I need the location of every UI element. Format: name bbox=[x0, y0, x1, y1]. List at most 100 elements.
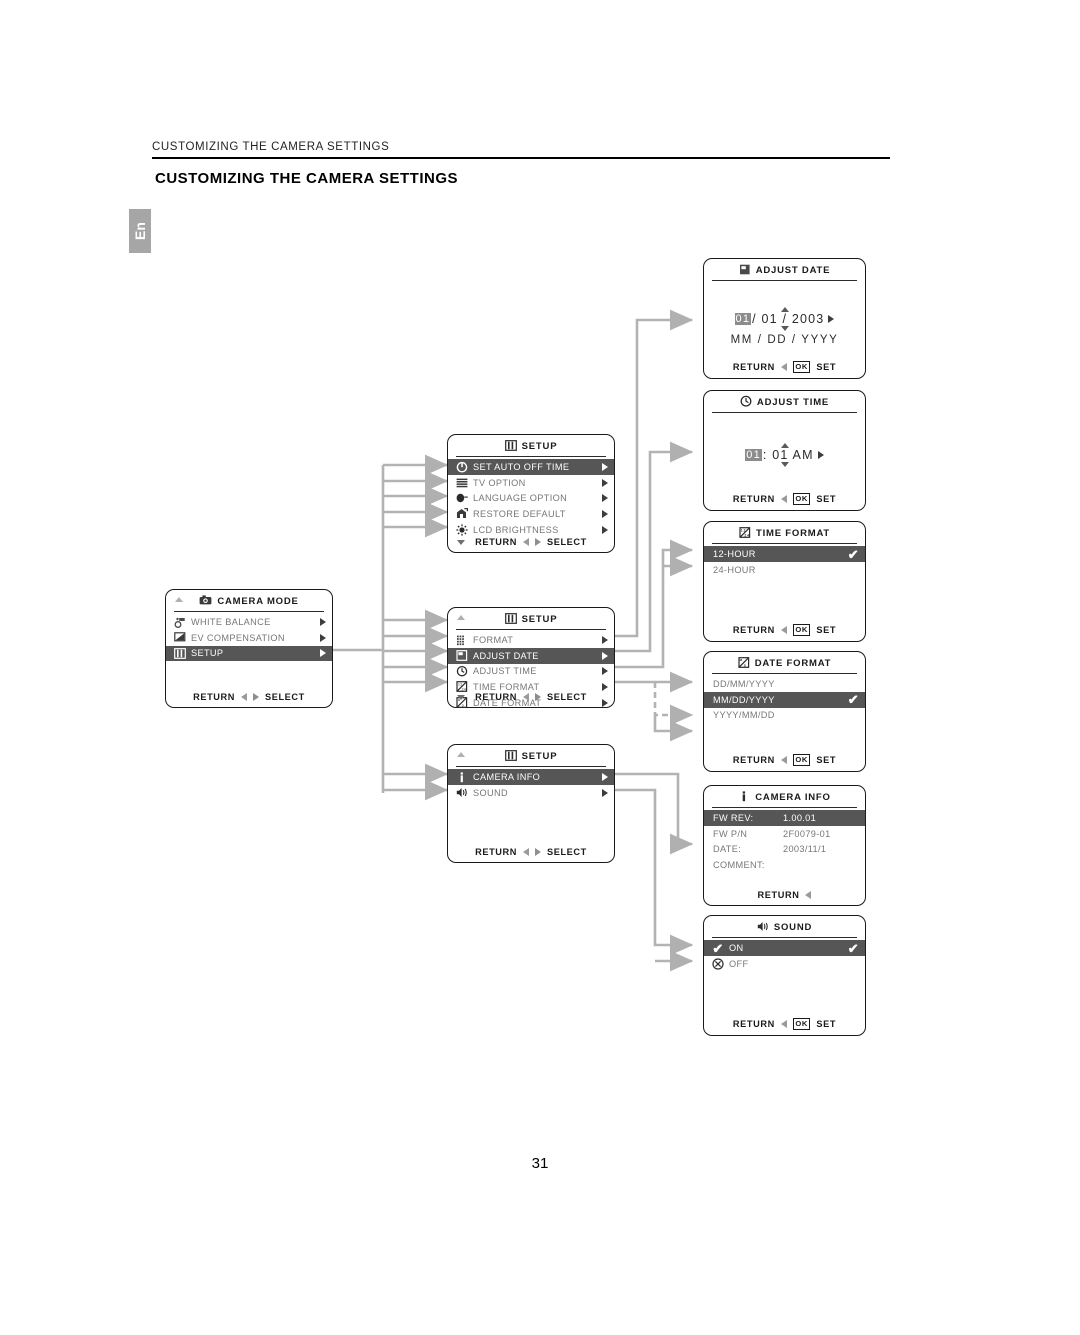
right-arrow-icon bbox=[535, 538, 542, 546]
check-icon: ✔ bbox=[847, 692, 859, 708]
option-mm-dd-yyyy[interactable]: MM/DD/YYYY ✔ bbox=[704, 691, 865, 708]
panel-camera-mode[interactable]: CAMERA MODE WHITE BALANCE EV COMPENSATIO… bbox=[165, 589, 333, 708]
left-arrow-icon bbox=[780, 1020, 787, 1028]
panel-footer: RETURN OK SET bbox=[704, 624, 865, 636]
ok-button-icon[interactable]: OK bbox=[792, 361, 811, 373]
panel-setup-page1[interactable]: SETUP SET AUTO OFF TIME TV OPTION LANGUA… bbox=[447, 434, 615, 553]
option-dd-mm-yyyy[interactable]: DD/MM/YYYY bbox=[704, 676, 865, 692]
menu-item-sound[interactable]: SOUND bbox=[448, 785, 614, 801]
menu-item-tv-option[interactable]: TV OPTION bbox=[448, 475, 614, 491]
menu-item-set-auto-off-time[interactable]: SET AUTO OFF TIME bbox=[448, 459, 614, 475]
submenu-arrow-icon bbox=[602, 682, 608, 691]
date-value-area[interactable]: 01 / 01 / 2003 MM / DD / YYYY bbox=[704, 307, 865, 346]
select-label[interactable]: SELECT bbox=[547, 847, 587, 857]
decrement-caret-icon[interactable] bbox=[780, 462, 789, 467]
panel-adjust-date[interactable]: ADJUST DATE 01 / 01 / 2003 MM / DD / YYY… bbox=[703, 258, 866, 379]
panel-title-label: ADJUST DATE bbox=[755, 265, 831, 276]
return-label[interactable]: RETURN bbox=[758, 890, 800, 900]
menu-item-lcd-brightness[interactable]: LCD BRIGHTNESS bbox=[448, 522, 614, 538]
next-field-arrow-icon[interactable] bbox=[817, 451, 824, 459]
return-label[interactable]: RETURN bbox=[475, 692, 517, 702]
panel-date-format[interactable]: MD DATE FORMAT DD/MM/YYYY MM/DD/YYYY ✔ Y… bbox=[703, 651, 866, 772]
language-tab: En bbox=[129, 209, 151, 253]
set-label[interactable]: SET bbox=[816, 755, 836, 765]
scroll-down-caret-icon bbox=[457, 540, 465, 545]
ok-button-icon[interactable]: OK bbox=[792, 754, 811, 766]
ok-button-icon[interactable]: OK bbox=[792, 1018, 811, 1030]
next-field-arrow-icon[interactable] bbox=[828, 315, 835, 323]
menu-item-restore-default[interactable]: RESTORE DEFAULT bbox=[448, 506, 614, 522]
panel-setup-page2[interactable]: SETUP FORMAT ADJUST DATE ADJUST TIME 12 … bbox=[447, 607, 615, 708]
return-label[interactable]: RETURN bbox=[733, 625, 775, 635]
title-rule bbox=[712, 673, 857, 675]
panel-title-label: TIME FORMAT bbox=[755, 528, 831, 539]
menu-rows: SET AUTO OFF TIME TV OPTION LANGUAGE OPT… bbox=[448, 459, 614, 537]
set-label[interactable]: SET bbox=[816, 494, 836, 504]
left-arrow-icon bbox=[780, 756, 787, 764]
menu-item-camera-info[interactable]: CAMERA INFO bbox=[448, 769, 614, 785]
date-format-hint: MM / DD / YYYY bbox=[730, 334, 839, 346]
decrement-caret-icon[interactable] bbox=[780, 326, 789, 331]
submenu-arrow-icon bbox=[320, 633, 326, 642]
return-label[interactable]: RETURN bbox=[475, 537, 517, 547]
ok-button-icon[interactable]: OK bbox=[792, 493, 811, 505]
title-rule bbox=[712, 543, 857, 545]
panel-adjust-time[interactable]: ADJUST TIME 01 : 01 AM RETURN OK SET bbox=[703, 390, 866, 511]
svg-text:M: M bbox=[739, 658, 742, 662]
option-sound-off[interactable]: OFF bbox=[704, 956, 865, 972]
return-label[interactable]: RETURN bbox=[733, 1019, 775, 1029]
ok-button-icon[interactable]: OK bbox=[792, 624, 811, 636]
menu-item-adjust-time[interactable]: ADJUST TIME bbox=[448, 664, 614, 680]
option-yyyy-mm-dd[interactable]: YYYY/MM/DD bbox=[704, 708, 865, 724]
set-label[interactable]: SET bbox=[816, 625, 836, 635]
menu-item-language-option[interactable]: LANGUAGE OPTION bbox=[448, 491, 614, 507]
left-arrow-icon bbox=[523, 538, 530, 546]
panel-title: ADJUST TIME bbox=[704, 391, 865, 412]
return-label[interactable]: RETURN bbox=[733, 362, 775, 372]
svg-text:12: 12 bbox=[458, 683, 462, 687]
return-label[interactable]: RETURN bbox=[733, 755, 775, 765]
language-icon bbox=[455, 493, 469, 503]
panel-camera-info[interactable]: CAMERA INFO FW REV: 1.00.01 FW P/N 2F007… bbox=[703, 785, 866, 906]
select-label[interactable]: SELECT bbox=[547, 537, 587, 547]
option-label: 12-HOUR bbox=[713, 549, 756, 560]
info-row-comment: COMMENT: bbox=[704, 857, 865, 873]
select-label[interactable]: SELECT bbox=[265, 692, 305, 702]
title-rule bbox=[712, 937, 857, 939]
setup-icon bbox=[504, 749, 517, 764]
date-value-line[interactable]: 01 / 01 / 2003 bbox=[704, 312, 865, 326]
panel-footer: RETURN SELECT bbox=[448, 537, 614, 547]
option-24-hour[interactable]: 24-HOUR bbox=[704, 562, 865, 578]
panel-title-label: SETUP bbox=[521, 614, 558, 625]
menu-item-format[interactable]: FORMAT bbox=[448, 632, 614, 648]
return-label[interactable]: RETURN bbox=[475, 847, 517, 857]
option-label: DD/MM/YYYY bbox=[713, 679, 775, 690]
panel-time-format[interactable]: 12 24 TIME FORMAT 12-HOUR ✔ 24-HOUR RETUR… bbox=[703, 521, 866, 642]
return-label[interactable]: RETURN bbox=[733, 494, 775, 504]
info-value: 2F0079-01 bbox=[783, 828, 831, 839]
option-label: 24-HOUR bbox=[713, 564, 756, 575]
select-label[interactable]: SELECT bbox=[547, 692, 587, 702]
panel-title: 12 24 TIME FORMAT bbox=[704, 522, 865, 543]
time-hour-field[interactable]: 01 bbox=[745, 449, 762, 461]
option-12-hour[interactable]: 12-HOUR ✔ bbox=[704, 546, 865, 562]
panel-setup-page3[interactable]: SETUP CAMERA INFO SOUND RETURN SELECT bbox=[447, 744, 615, 863]
submenu-arrow-icon bbox=[602, 667, 608, 676]
menu-item-ev-compensation[interactable]: EV COMPENSATION bbox=[166, 630, 332, 646]
time-value-area[interactable]: 01 : 01 AM bbox=[704, 443, 865, 467]
title-rule bbox=[456, 456, 606, 458]
running-head: CUSTOMIZING THE CAMERA SETTINGS bbox=[152, 141, 390, 153]
info-icon bbox=[738, 790, 750, 805]
menu-item-white-balance[interactable]: WHITE BALANCE bbox=[166, 614, 332, 630]
set-label[interactable]: SET bbox=[816, 1019, 836, 1029]
menu-item-setup[interactable]: SETUP bbox=[166, 645, 332, 662]
menu-item-adjust-date[interactable]: ADJUST DATE bbox=[448, 647, 614, 664]
option-sound-on[interactable]: ✔ ON ✔ bbox=[704, 940, 865, 956]
time-value-line[interactable]: 01 : 01 AM bbox=[704, 448, 865, 462]
date-month-field[interactable]: 01 bbox=[734, 313, 752, 325]
info-label: DATE: bbox=[713, 844, 742, 855]
panel-sound[interactable]: SOUND ✔ ON ✔ OFF RETURN OK SET bbox=[703, 915, 866, 1036]
panel-footer: RETURN OK SET bbox=[704, 493, 865, 505]
return-label[interactable]: RETURN bbox=[193, 692, 235, 702]
set-label[interactable]: SET bbox=[816, 362, 836, 372]
